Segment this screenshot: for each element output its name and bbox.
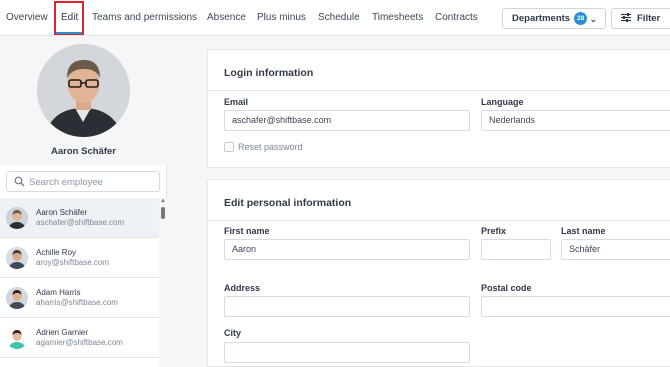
employee-sidebar: Aaron Schäfer Aaron Schäfer aschafer@shi… <box>0 36 167 367</box>
login-information-title: Login information <box>224 67 314 79</box>
tab-timesheets[interactable]: Timesheets <box>372 0 423 36</box>
employee-email: agarnier@shiftbase.com <box>36 338 123 347</box>
tab-plus-minus[interactable]: Plus minus <box>257 0 306 36</box>
reset-password-label[interactable]: Reset password <box>238 142 303 152</box>
departments-label: Departments <box>512 13 571 24</box>
postal-code-label: Postal code <box>481 283 532 293</box>
employee-list-scrollbar[interactable]: ▲ <box>159 198 167 367</box>
employee-list: Aaron Schäfer aschafer@shiftbase.com Ach… <box>0 198 159 367</box>
employee-name: Aaron Schäfer <box>36 208 88 217</box>
profile-header: Aaron Schäfer <box>0 36 167 165</box>
address-label: Address <box>224 283 261 293</box>
language-select[interactable]: Nederlands <box>481 110 670 131</box>
scroll-thumb[interactable] <box>161 207 165 219</box>
personal-information-card: Edit personal information First name Aar… <box>207 179 670 367</box>
language-label: Language <box>481 97 524 107</box>
login-information-card: Login information Email aschafer@shiftba… <box>207 49 670 168</box>
prefix-label: Prefix <box>481 226 507 236</box>
search-icon <box>14 176 25 187</box>
tab-overview[interactable]: Overview <box>6 0 48 36</box>
employee-item[interactable]: Adrien Garnier agarnier@shiftbase.com <box>0 318 159 358</box>
city-field[interactable] <box>224 342 470 363</box>
first-name-field[interactable]: Aaron <box>224 239 470 260</box>
employee-email: aschafer@shiftbase.com <box>36 218 125 227</box>
address-field[interactable] <box>224 296 470 317</box>
email-label: Email <box>224 97 249 107</box>
personal-information-title: Edit personal information <box>224 197 352 209</box>
filter-button[interactable]: Filter <box>611 8 670 29</box>
search-employee-input[interactable] <box>29 175 154 189</box>
email-field[interactable]: aschafer@shiftbase.com <box>224 110 470 131</box>
filter-label: Filter <box>637 13 661 24</box>
filter-icon <box>621 13 631 24</box>
tab-absence[interactable]: Absence <box>207 0 246 36</box>
employee-avatar <box>6 207 28 229</box>
first-name-label: First name <box>224 226 270 236</box>
tab-schedule[interactable]: Schedule <box>318 0 360 36</box>
chevron-down-icon: ⌄ <box>589 14 597 24</box>
card-divider <box>208 90 670 91</box>
employee-name: Adrien Garnier <box>36 328 89 337</box>
employee-email: aroy@shiftbase.com <box>36 258 110 267</box>
employee-item[interactable]: Adam Harris aharris@shiftbase.com <box>0 278 159 318</box>
employee-avatar <box>6 247 28 269</box>
tab-teams-and-permissions[interactable]: Teams and permissions <box>92 0 197 36</box>
search-box[interactable] <box>6 171 160 192</box>
prefix-field[interactable] <box>481 239 551 260</box>
profile-name: Aaron Schäfer <box>51 146 116 157</box>
tab-edit-highlight <box>54 1 84 35</box>
reset-password-checkbox[interactable] <box>224 142 234 152</box>
departments-count-badge: 28 <box>574 12 588 25</box>
employee-avatar <box>6 327 28 349</box>
employee-email: aharris@shiftbase.com <box>36 298 118 307</box>
active-tab-indicator <box>56 32 82 34</box>
departments-dropdown[interactable]: Departments 28 ⌄ <box>502 8 606 29</box>
employee-avatar <box>6 287 28 309</box>
scroll-up-icon[interactable]: ▲ <box>160 198 166 204</box>
profile-avatar <box>37 44 130 137</box>
card-divider <box>208 220 670 221</box>
postal-code-field[interactable] <box>481 296 670 317</box>
city-label: City <box>224 328 242 338</box>
top-nav: Overview Edit Teams and permissions Abse… <box>0 0 670 36</box>
employee-item[interactable]: Achille Roy aroy@shiftbase.com <box>0 238 159 278</box>
employee-item[interactable]: Aaron Schäfer aschafer@shiftbase.com <box>0 198 159 238</box>
tab-contracts[interactable]: Contracts <box>435 0 478 36</box>
employee-name: Achille Roy <box>36 248 77 257</box>
employee-name: Adam Harris <box>36 288 81 297</box>
last-name-field[interactable]: Schäfer <box>561 239 670 260</box>
last-name-label: Last name <box>561 226 606 236</box>
